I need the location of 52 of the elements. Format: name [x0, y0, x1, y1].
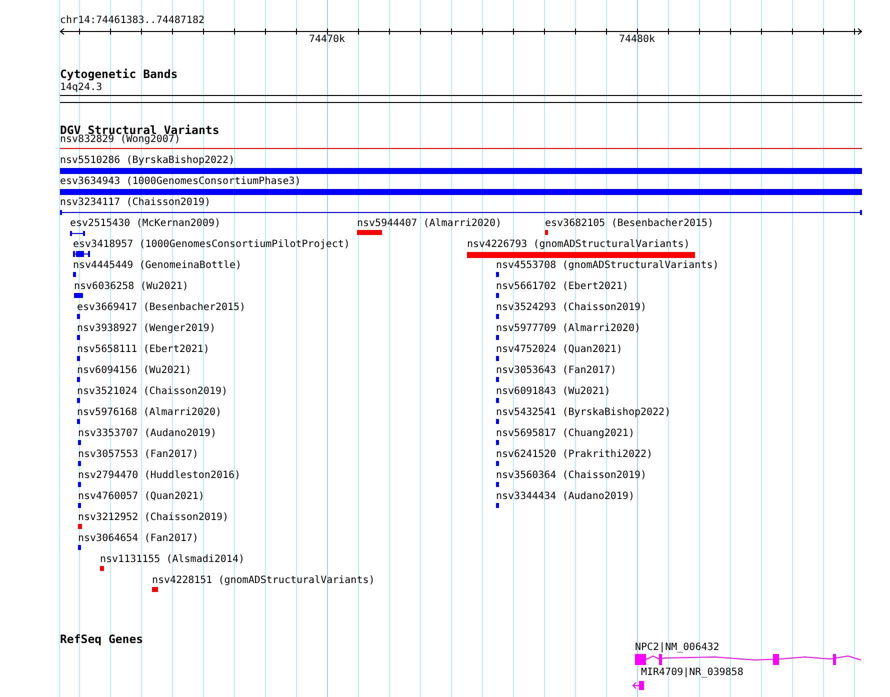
tick-label: 74470k — [308, 35, 346, 45]
variant-label: nsv3064654 (Fan2017) — [78, 533, 198, 545]
variant-glyph[interactable] — [70, 231, 85, 236]
variant-label: nsv5661702 (Ebert2021) — [496, 281, 628, 293]
band-label: 14q24.3 — [60, 82, 102, 94]
variant-label: nsv5976168 (Almarri2020) — [77, 407, 222, 419]
gene-model-drawing[interactable] — [632, 681, 645, 690]
variant-label: nsv1131155 (Alsmadi2014) — [100, 554, 244, 566]
variant-label: nsv4752024 (Quan2021) — [496, 344, 622, 356]
variant-label: esv3418957 (1000GenomesConsortiumPilotProject) — [73, 239, 350, 251]
variant-label: nsv3521024 (Chaisson2019) — [77, 386, 228, 398]
variant-label: nsv6094156 (Wu2021) — [77, 365, 192, 377]
variant-label: nsv4553708 (gnomADStructuralVariants) — [496, 260, 719, 272]
gene-model-drawing[interactable] — [635, 654, 862, 665]
variant-label: nsv5944407 (Almarri2020) — [357, 218, 502, 230]
location-label: chr14:74461383..74487182 — [60, 15, 204, 27]
variant-label: nsv5432541 (ByrskaBishop2022) — [496, 407, 671, 419]
variant-label: nsv3938927 (Wenger2019) — [77, 323, 216, 335]
variant-label: nsv2794470 (Huddleston2016) — [78, 470, 241, 482]
variant-label: nsv3234117 (Chaisson2019) — [60, 197, 211, 209]
variant-label: nsv5977709 (Almarri2020) — [496, 323, 640, 335]
variant-label: nsv3524293 (Chaisson2019) — [496, 302, 647, 314]
variant-label: nsv4760057 (Quan2021) — [78, 491, 204, 503]
gene-label: MIR4709|NR_039858 — [641, 667, 744, 679]
variant-label: nsv5695817 (Chuang2021) — [496, 428, 634, 440]
track-title: RefSeq Genes — [60, 633, 144, 645]
variant-label: nsv6241520 (Prakrithi2022) — [496, 449, 653, 461]
variant-label: nsv5658111 (Ebert2021) — [77, 344, 210, 356]
variant-label: nsv3212952 (Chaisson2019) — [78, 512, 229, 524]
tick-label: 74480k — [618, 35, 656, 45]
variant-label: nsv3353707 (Audano2019) — [78, 428, 216, 440]
variant-label: nsv6036258 (Wu2021) — [74, 281, 188, 293]
variant-label: nsv6091843 (Wu2021) — [496, 386, 610, 398]
variant-label: nsv832829 (Wong2007) — [60, 134, 180, 146]
variant-label: esv3634943 (1000GenomesConsortiumPhase3) — [60, 176, 301, 188]
variant-label: nsv3057553 (Fan2017) — [78, 449, 198, 461]
variant-label: nsv3560364 (Chaisson2019) — [496, 470, 647, 482]
gene-label: NPC2|NM_006432 — [635, 642, 720, 654]
variant-label: nsv3344434 (Audano2019) — [496, 491, 634, 503]
variant-label: esv2515430 (McKernan2009) — [70, 218, 221, 230]
variant-label: esv3682105 (Besenbacher2015) — [545, 218, 714, 230]
variant-label: esv3669417 (Besenbacher2015) — [77, 302, 246, 314]
variant-label: nsv4226793 (gnomADStructuralVariants) — [467, 239, 690, 251]
variant-glyph[interactable] — [73, 251, 90, 257]
variant-label: nsv3053643 (Fan2017) — [496, 365, 616, 377]
variant-glyph[interactable] — [60, 210, 862, 215]
variant-label: nsv5510286 (ByrskaBishop2022) — [60, 155, 235, 167]
track-title: Cytogenetic Bands — [60, 68, 178, 80]
variant-label: nsv4445449 (GenomeinaBottle) — [73, 260, 242, 272]
variant-label: nsv4228151 (gnomADStructuralVariants) — [152, 575, 375, 587]
cytoband[interactable] — [60, 95, 862, 103]
track-title: DGV Structural Variants — [60, 124, 220, 136]
